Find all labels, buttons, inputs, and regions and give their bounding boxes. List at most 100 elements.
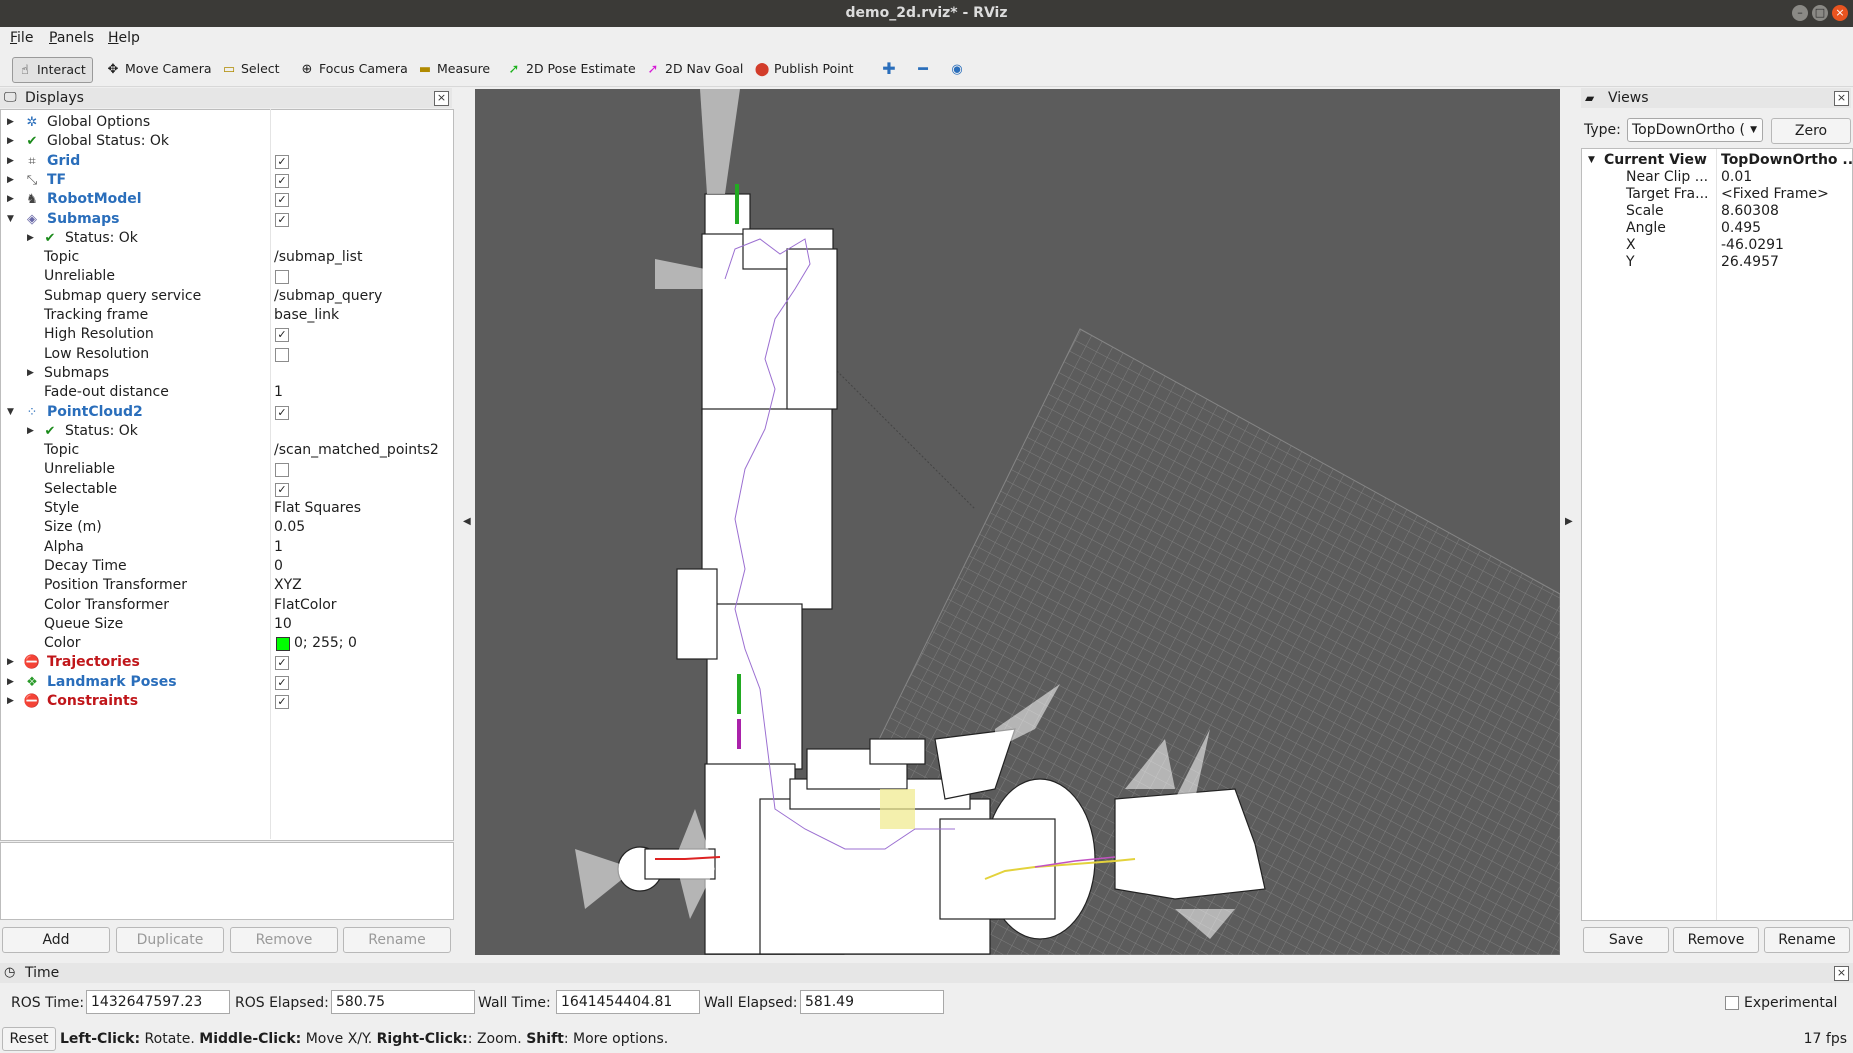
expand-arrow-icon[interactable]: ▶ <box>7 673 17 692</box>
display-row-color[interactable]: Color 0; 255; 0 <box>1 634 453 653</box>
trajectories-checkbox[interactable]: ✓ <box>275 656 289 671</box>
view-prop-row[interactable]: Scale 8.60308 <box>1582 203 1852 220</box>
rename-display-button[interactable]: Rename <box>343 927 451 953</box>
expand-arrow-icon[interactable]: ▶ <box>7 171 17 190</box>
high-resolution-checkbox[interactable]: ✓ <box>275 328 289 343</box>
display-row-value[interactable]: XYZ <box>274 576 302 595</box>
pose-estimate-tool-button[interactable]: ➚ 2D Pose Estimate <box>502 57 642 81</box>
display-row-constraints[interactable]: ▶ ⛔ Constraints ✓ <box>1 692 453 711</box>
grid-checkbox[interactable]: ✓ <box>275 154 289 169</box>
display-row-tracking-frame[interactable]: Tracking frame base_link <box>1 306 453 325</box>
measure-tool-button[interactable]: ▬ Measure <box>413 57 496 81</box>
save-view-button[interactable]: Save <box>1583 927 1669 953</box>
collapse-left-icon[interactable]: ◀ <box>463 516 471 527</box>
display-row-robot-model[interactable]: ▶ ♞ RobotModel ✓ <box>1 190 453 209</box>
collapse-arrow-icon[interactable]: ▼ <box>7 403 17 422</box>
display-row-value[interactable]: 1 <box>274 383 283 402</box>
close-icon[interactable]: × <box>1832 5 1848 21</box>
expand-arrow-icon[interactable]: ▶ <box>7 152 17 171</box>
view-prop-row[interactable]: Near Clip ... 0.01 <box>1582 169 1852 186</box>
publish-point-tool-button[interactable]: ⬤ Publish Point <box>750 57 860 81</box>
view-type-select[interactable]: TopDownOrtho ( ▼ <box>1627 118 1763 142</box>
pointcloud2-checkbox[interactable]: ✓ <box>275 405 289 420</box>
display-row-value[interactable]: 0 <box>274 557 283 576</box>
rename-view-button[interactable]: Rename <box>1764 927 1850 953</box>
focus-camera-tool-button[interactable]: ⊕ Focus Camera <box>295 57 414 81</box>
view-prop-row[interactable]: Angle 0.495 <box>1582 220 1852 237</box>
display-row-value[interactable]: 1 <box>274 538 283 557</box>
display-row-submaps[interactable]: ▼ ◈ Submaps ✓ <box>1 210 453 229</box>
add-display-button[interactable]: Add <box>2 927 110 953</box>
display-row-style[interactable]: Style Flat Squares <box>1 499 453 518</box>
display-row-alpha[interactable]: Alpha 1 <box>1 538 453 557</box>
display-row-value[interactable]: FlatColor <box>274 596 337 615</box>
tool-properties-button[interactable]: ◉ <box>945 57 975 81</box>
select-tool-button[interactable]: ▭ Select <box>217 57 286 81</box>
menu-panels[interactable]: Panels <box>49 30 94 46</box>
display-row-fade-out-distance[interactable]: Fade-out distance 1 <box>1 383 453 402</box>
display-row-position-transformer[interactable]: Position Transformer XYZ <box>1 576 453 595</box>
view-prop-row[interactable]: X -46.0291 <box>1582 237 1852 254</box>
menu-help[interactable]: Help <box>108 30 140 46</box>
constraints-checkbox[interactable]: ✓ <box>275 695 289 709</box>
time-close-icon[interactable]: × <box>1834 966 1849 981</box>
display-row-submap-query-service[interactable]: Submap query service/submap_query <box>1 287 453 306</box>
menu-file[interactable]: File <box>10 30 33 46</box>
remove-tool-button[interactable]: ━ <box>911 57 941 81</box>
add-tool-button[interactable]: ✚ <box>877 57 907 81</box>
remove-display-button[interactable]: Remove <box>230 927 338 953</box>
display-row-value[interactable]: Flat Squares <box>274 499 361 518</box>
display-row-value[interactable]: base_link <box>274 306 339 325</box>
display-row-queue-size[interactable]: Queue Size 10 <box>1 615 453 634</box>
remove-view-button[interactable]: Remove <box>1673 927 1759 953</box>
display-row-value[interactable]: 0.05 <box>274 518 305 537</box>
nav-goal-tool-button[interactable]: ➚ 2D Nav Goal <box>641 57 749 81</box>
view-prop-row[interactable]: Y 26.4957 <box>1582 254 1852 271</box>
display-row-pointcloud2-unreliable[interactable]: Unreliable <box>1 460 453 479</box>
expand-arrow-icon[interactable]: ▶ <box>7 653 17 672</box>
collapse-right-icon[interactable]: ▶ <box>1565 516 1573 527</box>
display-row-submaps-topic[interactable]: Topic/submap_list <box>1 248 453 267</box>
minimize-icon[interactable]: – <box>1792 5 1808 21</box>
display-row-size[interactable]: Size (m) 0.05 <box>1 518 453 537</box>
display-row-global-options[interactable]: ▶ ✲ Global Options <box>1 113 453 132</box>
landmark-poses-checkbox[interactable]: ✓ <box>275 675 289 690</box>
current-view-row[interactable]: ▼ Current View TopDownOrtho ... <box>1582 152 1852 169</box>
expand-arrow-icon[interactable]: ▶ <box>7 113 17 132</box>
duplicate-display-button[interactable]: Duplicate <box>116 927 224 953</box>
display-row-pointcloud2[interactable]: ▼ ⁘ PointCloud2 ✓ <box>1 403 453 422</box>
move-camera-tool-button[interactable]: ✥ Move Camera <box>101 57 218 81</box>
display-row-pointcloud2-topic[interactable]: Topic/scan_matched_points2 <box>1 441 453 460</box>
view-prop-row[interactable]: Target Fra... <Fixed Frame> <box>1582 186 1852 203</box>
zero-view-button[interactable]: Zero <box>1771 118 1851 144</box>
display-row-submaps-status[interactable]: ▶ ✔ Status: Ok <box>1 229 453 248</box>
display-row-value[interactable]: /scan_matched_points2 <box>274 441 439 460</box>
display-row-selectable[interactable]: Selectable ✓ <box>1 480 453 499</box>
views-close-icon[interactable]: × <box>1834 91 1849 106</box>
expand-arrow-icon[interactable]: ▼ <box>1588 152 1595 169</box>
display-row-submaps-group[interactable]: ▶ Submaps <box>1 364 453 383</box>
collapse-arrow-icon[interactable]: ▼ <box>7 210 17 229</box>
display-row-value[interactable]: 0; 255; 0 <box>294 634 357 653</box>
display-row-global-status[interactable]: ▶ ✔ Global Status: Ok <box>1 132 453 151</box>
ros-time-field[interactable]: 1432647597.23 <box>86 990 230 1014</box>
wall-elapsed-field[interactable]: 581.49 <box>800 990 944 1014</box>
display-row-decay-time[interactable]: Decay Time 0 <box>1 557 453 576</box>
displays-close-icon[interactable]: × <box>434 91 449 106</box>
display-row-submaps-unreliable[interactable]: Unreliable <box>1 267 453 286</box>
expand-arrow-icon[interactable]: ▶ <box>7 190 17 209</box>
wall-time-field[interactable]: 1641454404.81 <box>556 990 700 1014</box>
display-row-grid[interactable]: ▶ ⌗ Grid ✓ <box>1 152 453 171</box>
display-row-color-transformer[interactable]: Color Transformer FlatColor <box>1 596 453 615</box>
tf-checkbox[interactable]: ✓ <box>275 173 289 188</box>
maximize-icon[interactable]: □ <box>1812 5 1828 21</box>
expand-arrow-icon[interactable]: ▶ <box>7 132 17 151</box>
experimental-checkbox[interactable] <box>1725 996 1739 1010</box>
expand-arrow-icon[interactable]: ▶ <box>27 364 37 383</box>
submaps-checkbox[interactable]: ✓ <box>275 212 289 227</box>
ros-elapsed-field[interactable]: 580.75 <box>331 990 475 1014</box>
views-properties-tree[interactable]: ▼ Current View TopDownOrtho ... Near Cli… <box>1581 148 1853 921</box>
reset-button[interactable]: Reset <box>2 1027 56 1051</box>
display-row-value[interactable]: /submap_query <box>274 287 382 306</box>
display-row-high-resolution[interactable]: High Resolution ✓ <box>1 325 453 344</box>
